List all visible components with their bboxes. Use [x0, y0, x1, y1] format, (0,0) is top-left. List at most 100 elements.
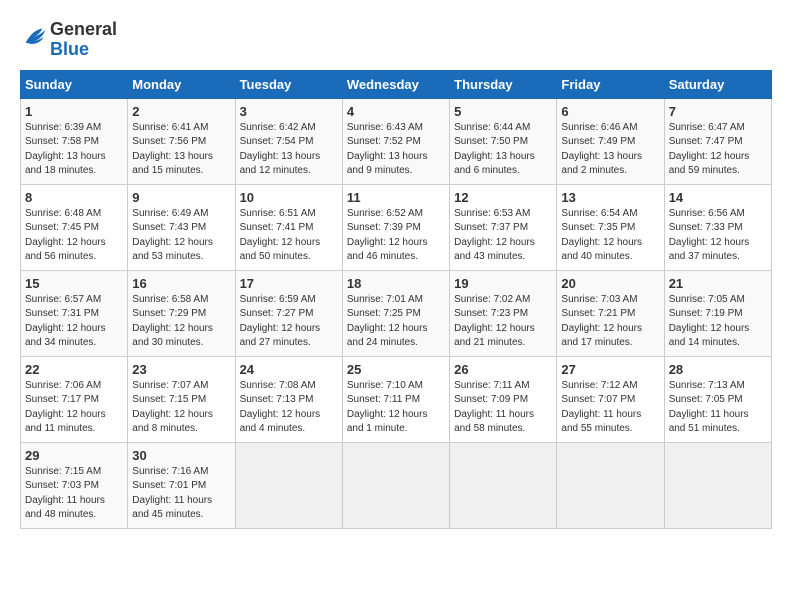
day-header-thursday: Thursday: [450, 70, 557, 98]
day-info: Sunrise: 6:49 AM Sunset: 7:43 PM Dayligh…: [132, 207, 230, 265]
day-info: Sunrise: 7:01 AM Sunset: 7:25 PM Dayligh…: [347, 293, 445, 351]
day-cell: 1 Sunrise: 6:39 AM Sunset: 7:58 PM Daylig…: [21, 98, 128, 184]
day-cell: 27 Sunrise: 7:12 AM Sunset: 7:07 PM Dayli…: [557, 356, 664, 442]
day-number: 2: [132, 104, 230, 119]
empty-cell: [342, 442, 449, 528]
day-info: Sunrise: 7:08 AM Sunset: 7:13 PM Dayligh…: [240, 379, 338, 437]
day-number: 7: [669, 104, 767, 119]
day-number: 14: [669, 190, 767, 205]
day-info: Sunrise: 7:03 AM Sunset: 7:21 PM Dayligh…: [561, 293, 659, 351]
day-cell: 30Sunrise: 7:16 AM Sunset: 7:01 PM Dayli…: [128, 442, 235, 528]
empty-cell: [557, 442, 664, 528]
day-number: 25: [347, 362, 445, 377]
calendar-week-row: 15 Sunrise: 6:57 AM Sunset: 7:31 PM Dayli…: [21, 270, 772, 356]
logo-text: General Blue: [50, 20, 117, 60]
day-info: Sunrise: 6:58 AM Sunset: 7:29 PM Dayligh…: [132, 293, 230, 351]
page-header: General Blue: [20, 20, 772, 60]
day-number: 4: [347, 104, 445, 119]
day-number: 15: [25, 276, 123, 291]
day-cell: 4 Sunrise: 6:43 AM Sunset: 7:52 PM Daylig…: [342, 98, 449, 184]
day-cell: 20 Sunrise: 7:03 AM Sunset: 7:21 PM Dayli…: [557, 270, 664, 356]
calendar-table: SundayMondayTuesdayWednesdayThursdayFrid…: [20, 70, 772, 529]
day-number: 1: [25, 104, 123, 119]
day-cell: 7Sunrise: 6:47 AM Sunset: 7:47 PM Daylig…: [664, 98, 771, 184]
day-info: Sunrise: 7:10 AM Sunset: 7:11 PM Dayligh…: [347, 379, 445, 437]
day-info: Sunrise: 7:13 AM Sunset: 7:05 PM Dayligh…: [669, 379, 767, 437]
day-number: 17: [240, 276, 338, 291]
empty-cell: [450, 442, 557, 528]
day-cell: 18 Sunrise: 7:01 AM Sunset: 7:25 PM Dayli…: [342, 270, 449, 356]
empty-cell: [235, 442, 342, 528]
day-number: 3: [240, 104, 338, 119]
day-cell: 13 Sunrise: 6:54 AM Sunset: 7:35 PM Dayli…: [557, 184, 664, 270]
day-header-wednesday: Wednesday: [342, 70, 449, 98]
day-cell: 15 Sunrise: 6:57 AM Sunset: 7:31 PM Dayli…: [21, 270, 128, 356]
day-cell: 6Sunrise: 6:46 AM Sunset: 7:49 PM Daylig…: [557, 98, 664, 184]
day-info: Sunrise: 6:52 AM Sunset: 7:39 PM Dayligh…: [347, 207, 445, 265]
day-number: 21: [669, 276, 767, 291]
day-cell: 17 Sunrise: 6:59 AM Sunset: 7:27 PM Dayli…: [235, 270, 342, 356]
day-cell: 10 Sunrise: 6:51 AM Sunset: 7:41 PM Dayli…: [235, 184, 342, 270]
day-info: Sunrise: 6:43 AM Sunset: 7:52 PM Dayligh…: [347, 121, 445, 179]
day-cell: 19 Sunrise: 7:02 AM Sunset: 7:23 PM Dayli…: [450, 270, 557, 356]
day-number: 29: [25, 448, 123, 463]
empty-cell: [664, 442, 771, 528]
day-info: Sunrise: 6:41 AM Sunset: 7:56 PM Dayligh…: [132, 121, 230, 179]
day-cell: 21 Sunrise: 7:05 AM Sunset: 7:19 PM Dayli…: [664, 270, 771, 356]
day-info: Sunrise: 7:16 AM Sunset: 7:01 PM Dayligh…: [132, 465, 230, 523]
day-cell: 24Sunrise: 7:08 AM Sunset: 7:13 PM Dayli…: [235, 356, 342, 442]
day-cell: 28Sunrise: 7:13 AM Sunset: 7:05 PM Dayli…: [664, 356, 771, 442]
day-cell: 2 Sunrise: 6:41 AM Sunset: 7:56 PM Daylig…: [128, 98, 235, 184]
day-number: 23: [132, 362, 230, 377]
day-number: 12: [454, 190, 552, 205]
day-info: Sunrise: 7:02 AM Sunset: 7:23 PM Dayligh…: [454, 293, 552, 351]
day-number: 9: [132, 190, 230, 205]
day-header-friday: Friday: [557, 70, 664, 98]
day-number: 10: [240, 190, 338, 205]
day-info: Sunrise: 7:05 AM Sunset: 7:19 PM Dayligh…: [669, 293, 767, 351]
day-info: Sunrise: 6:57 AM Sunset: 7:31 PM Dayligh…: [25, 293, 123, 351]
day-info: Sunrise: 6:54 AM Sunset: 7:35 PM Dayligh…: [561, 207, 659, 265]
day-number: 22: [25, 362, 123, 377]
day-info: Sunrise: 6:39 AM Sunset: 7:58 PM Dayligh…: [25, 121, 123, 179]
day-cell: 25 Sunrise: 7:10 AM Sunset: 7:11 PM Dayli…: [342, 356, 449, 442]
day-number: 27: [561, 362, 659, 377]
day-cell: 9 Sunrise: 6:49 AM Sunset: 7:43 PM Daylig…: [128, 184, 235, 270]
day-number: 18: [347, 276, 445, 291]
day-info: Sunrise: 6:44 AM Sunset: 7:50 PM Dayligh…: [454, 121, 552, 179]
day-cell: 23 Sunrise: 7:07 AM Sunset: 7:15 PM Dayli…: [128, 356, 235, 442]
day-cell: 29 Sunrise: 7:15 AM Sunset: 7:03 PM Dayli…: [21, 442, 128, 528]
day-number: 11: [347, 190, 445, 205]
day-number: 20: [561, 276, 659, 291]
day-info: Sunrise: 6:46 AM Sunset: 7:49 PM Dayligh…: [561, 121, 659, 179]
day-number: 19: [454, 276, 552, 291]
day-info: Sunrise: 7:07 AM Sunset: 7:15 PM Dayligh…: [132, 379, 230, 437]
day-info: Sunrise: 7:11 AM Sunset: 7:09 PM Dayligh…: [454, 379, 552, 437]
day-cell: 5Sunrise: 6:44 AM Sunset: 7:50 PM Daylig…: [450, 98, 557, 184]
day-cell: 12 Sunrise: 6:53 AM Sunset: 7:37 PM Dayli…: [450, 184, 557, 270]
day-info: Sunrise: 6:42 AM Sunset: 7:54 PM Dayligh…: [240, 121, 338, 179]
day-info: Sunrise: 7:12 AM Sunset: 7:07 PM Dayligh…: [561, 379, 659, 437]
day-number: 13: [561, 190, 659, 205]
day-header-saturday: Saturday: [664, 70, 771, 98]
day-cell: 3 Sunrise: 6:42 AM Sunset: 7:54 PM Daylig…: [235, 98, 342, 184]
day-info: Sunrise: 7:15 AM Sunset: 7:03 PM Dayligh…: [25, 465, 123, 523]
calendar-week-row: 8Sunrise: 6:48 AM Sunset: 7:45 PM Daylig…: [21, 184, 772, 270]
calendar-week-row: 29 Sunrise: 7:15 AM Sunset: 7:03 PM Dayli…: [21, 442, 772, 528]
day-cell: 22 Sunrise: 7:06 AM Sunset: 7:17 PM Dayli…: [21, 356, 128, 442]
day-info: Sunrise: 7:06 AM Sunset: 7:17 PM Dayligh…: [25, 379, 123, 437]
logo: General Blue: [20, 20, 117, 60]
day-cell: 26 Sunrise: 7:11 AM Sunset: 7:09 PM Dayli…: [450, 356, 557, 442]
day-number: 26: [454, 362, 552, 377]
day-number: 16: [132, 276, 230, 291]
day-cell: 8Sunrise: 6:48 AM Sunset: 7:45 PM Daylig…: [21, 184, 128, 270]
day-cell: 14 Sunrise: 6:56 AM Sunset: 7:33 PM Dayli…: [664, 184, 771, 270]
day-info: Sunrise: 6:59 AM Sunset: 7:27 PM Dayligh…: [240, 293, 338, 351]
calendar-week-row: 1 Sunrise: 6:39 AM Sunset: 7:58 PM Daylig…: [21, 98, 772, 184]
calendar-week-row: 22 Sunrise: 7:06 AM Sunset: 7:17 PM Dayli…: [21, 356, 772, 442]
day-info: Sunrise: 6:53 AM Sunset: 7:37 PM Dayligh…: [454, 207, 552, 265]
day-info: Sunrise: 6:56 AM Sunset: 7:33 PM Dayligh…: [669, 207, 767, 265]
day-info: Sunrise: 6:48 AM Sunset: 7:45 PM Dayligh…: [25, 207, 123, 265]
day-info: Sunrise: 6:51 AM Sunset: 7:41 PM Dayligh…: [240, 207, 338, 265]
day-header-monday: Monday: [128, 70, 235, 98]
